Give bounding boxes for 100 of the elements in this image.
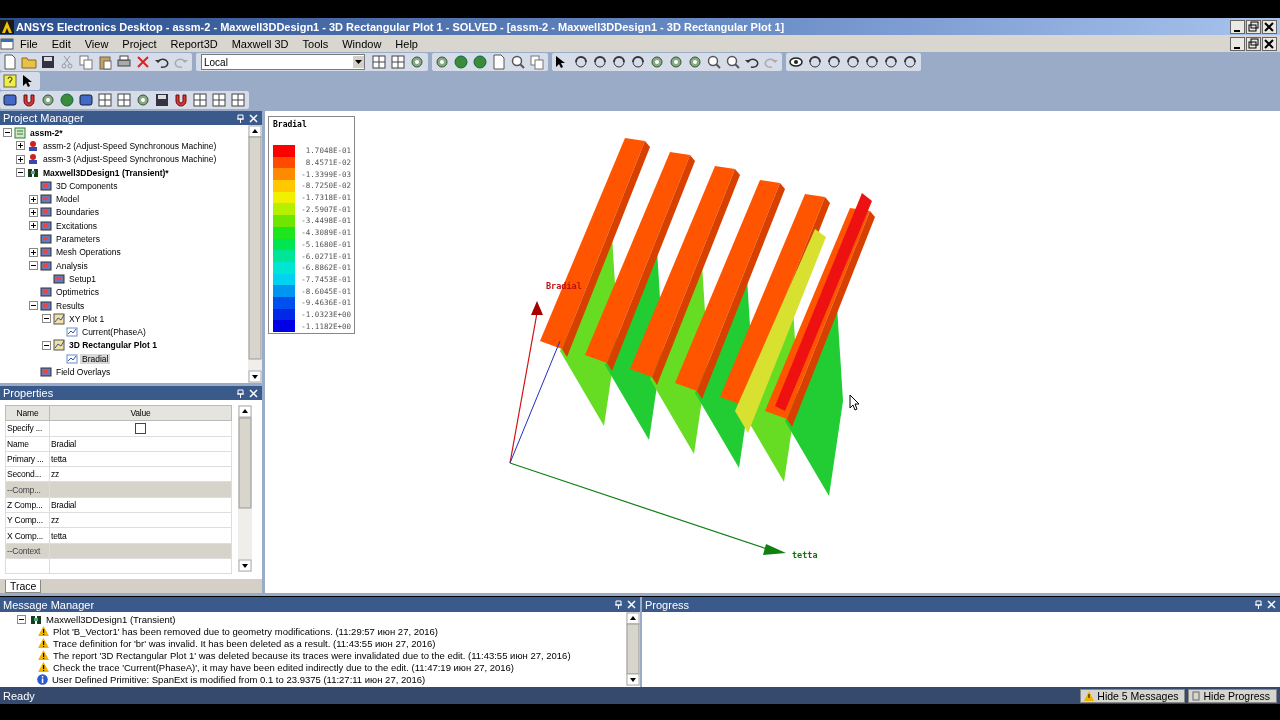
tree-item[interactable]: Results — [54, 300, 87, 311]
tree-item[interactable]: Mesh Operations — [54, 247, 123, 258]
copy-icon[interactable] — [78, 54, 94, 70]
pin-icon[interactable] — [1254, 600, 1263, 609]
restore-button[interactable] — [1246, 19, 1261, 34]
tree-item[interactable]: 3D Components — [54, 180, 120, 191]
rotate-icon[interactable] — [592, 54, 608, 70]
tree-item[interactable]: Maxwell3DDesign1 (Transient)* — [41, 167, 171, 178]
grid-icon[interactable] — [230, 92, 246, 108]
menu-item[interactable]: Report3D — [164, 37, 226, 50]
tree-item[interactable]: Current(PhaseA) — [80, 327, 148, 338]
column-header[interactable]: Value — [49, 405, 232, 421]
coordinate-dropdown[interactable]: Local — [201, 54, 365, 70]
scrollbar[interactable] — [248, 125, 262, 383]
table-cell[interactable]: zz — [49, 512, 232, 528]
tree-item[interactable]: Optimetrics — [54, 287, 101, 298]
tree-item[interactable]: Setup1 — [67, 273, 98, 284]
menu-item[interactable]: View — [78, 37, 117, 50]
expand-icon[interactable] — [16, 154, 25, 164]
close-icon[interactable] — [249, 113, 258, 123]
pin-icon[interactable] — [236, 113, 245, 123]
help-icon[interactable] — [2, 73, 18, 89]
rotate-icon[interactable] — [845, 54, 861, 70]
close-button[interactable] — [1262, 36, 1277, 51]
rotate-icon[interactable] — [826, 54, 842, 70]
table-cell[interactable]: Bradial — [49, 436, 232, 452]
tree-item[interactable]: Analysis — [54, 260, 90, 271]
tree-item[interactable]: Excitations — [54, 220, 100, 231]
solid-icon[interactable] — [2, 92, 18, 108]
rotate-icon[interactable] — [573, 54, 589, 70]
tree-item[interactable]: XY Plot 1 — [67, 313, 107, 324]
zoom-icon[interactable] — [706, 54, 722, 70]
rotate-icon[interactable] — [902, 54, 918, 70]
magnet-icon[interactable] — [173, 92, 189, 108]
close-button[interactable] — [1262, 19, 1277, 34]
solid-icon[interactable] — [78, 92, 94, 108]
menu-item[interactable]: Project — [116, 37, 165, 50]
menu-item[interactable]: Tools — [296, 37, 337, 50]
grid-icon[interactable] — [211, 92, 227, 108]
pin-icon[interactable] — [236, 388, 245, 398]
tree-item[interactable]: assm-3 (Adjust-Speed Synchronous Machine) — [41, 154, 219, 165]
table-cell[interactable]: zz — [49, 466, 232, 482]
table-cell[interactable]: tetta — [49, 527, 232, 544]
rotate-icon[interactable] — [883, 54, 899, 70]
status-button[interactable]: Hide Progress — [1188, 688, 1277, 703]
new-file-icon[interactable] — [2, 54, 18, 70]
expand-icon[interactable] — [29, 194, 38, 204]
grid-icon[interactable] — [192, 92, 208, 108]
collapse-icon[interactable] — [42, 314, 51, 324]
save-icon[interactable] — [40, 54, 56, 70]
zoom-icon[interactable] — [510, 54, 526, 70]
scrollbar[interactable] — [626, 612, 640, 686]
tree-item[interactable]: Parameters — [54, 234, 102, 244]
minimize-button[interactable] — [1230, 36, 1245, 51]
eye-icon[interactable] — [788, 54, 804, 70]
tree-item[interactable]: assm-2 (Adjust-Speed Synchronous Machine) — [41, 140, 219, 151]
tree-item[interactable]: Field Overlays — [54, 367, 113, 377]
print-icon[interactable] — [116, 54, 132, 70]
collapse-icon[interactable] — [17, 614, 26, 624]
grid-icon[interactable] — [371, 54, 387, 70]
status-button[interactable]: Hide 5 Messages — [1080, 688, 1186, 703]
tree-item[interactable]: Boundaries — [54, 207, 101, 218]
collapse-icon[interactable] — [16, 168, 25, 178]
expand-icon[interactable] — [16, 141, 25, 151]
tree-item[interactable]: 3D Rectangular Plot 1 — [67, 340, 159, 351]
new-file-icon[interactable] — [491, 54, 507, 70]
save-icon[interactable] — [154, 92, 170, 108]
pin-icon[interactable] — [614, 600, 623, 609]
grid-icon[interactable] — [97, 92, 113, 108]
delete-icon[interactable] — [135, 54, 151, 70]
table-cell[interactable]: tetta — [49, 451, 232, 467]
message-group[interactable]: Maxwell3DDesign1 (Transient) — [46, 613, 176, 625]
tree-item[interactable]: Model — [54, 194, 82, 205]
grid-icon[interactable] — [116, 92, 132, 108]
close-icon[interactable] — [249, 388, 258, 398]
menu-item[interactable]: Help — [389, 37, 426, 50]
sphere-icon[interactable] — [59, 92, 75, 108]
close-icon[interactable] — [1267, 600, 1276, 609]
rotate-icon[interactable] — [611, 54, 627, 70]
paste-icon[interactable] — [97, 54, 113, 70]
zoom-icon[interactable] — [725, 54, 741, 70]
collapse-icon[interactable] — [3, 128, 12, 138]
minimize-button[interactable] — [1230, 19, 1245, 34]
scrollbar[interactable] — [238, 405, 252, 572]
close-icon[interactable] — [627, 600, 636, 609]
expand-icon[interactable] — [29, 207, 38, 217]
tree-item[interactable]: assm-2* — [28, 127, 65, 138]
expand-icon[interactable] — [29, 221, 38, 231]
checkbox[interactable] — [135, 423, 146, 435]
restore-button[interactable] — [1246, 36, 1261, 51]
sphere-icon[interactable] — [472, 54, 488, 70]
menu-item[interactable]: File — [14, 37, 46, 50]
menu-item[interactable]: Window — [336, 37, 390, 50]
menu-item[interactable]: Maxwell 3D — [225, 37, 297, 50]
rotate-icon[interactable] — [807, 54, 823, 70]
tree-item[interactable]: Bradial — [80, 353, 111, 364]
grid-icon[interactable] — [390, 54, 406, 70]
collapse-icon[interactable] — [42, 340, 51, 350]
menu-item[interactable]: Edit — [45, 37, 79, 50]
rotate-icon[interactable] — [630, 54, 646, 70]
